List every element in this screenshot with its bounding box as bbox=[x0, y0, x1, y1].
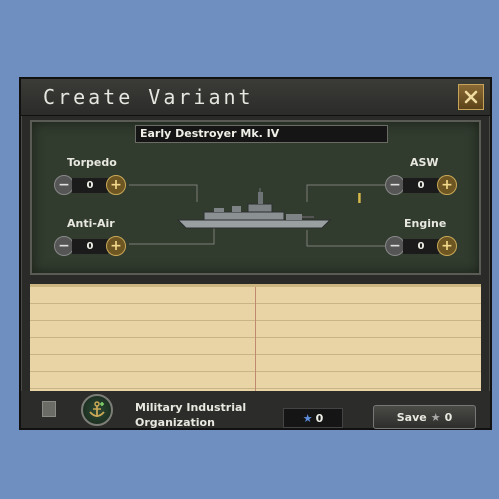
anti-air-minus-button[interactable]: − bbox=[54, 236, 74, 256]
torpedo-slot-label: Torpedo bbox=[67, 156, 117, 169]
star-icon: ★ bbox=[302, 411, 313, 425]
asw-slot-label: ASW bbox=[410, 156, 439, 169]
variant-cost-value: 0 bbox=[315, 411, 324, 425]
engine-value: 0 bbox=[403, 239, 439, 254]
asw-plus-button[interactable]: + bbox=[437, 175, 457, 195]
anti-air-stepper: − 0 + bbox=[54, 236, 126, 258]
notes-area[interactable] bbox=[30, 284, 481, 394]
torpedo-stepper: − 0 + bbox=[54, 175, 126, 197]
engine-stepper: − 0 + bbox=[385, 236, 457, 258]
save-cost-value: 0 bbox=[444, 410, 453, 424]
asw-value: 0 bbox=[403, 178, 439, 193]
star-icon: ★ bbox=[430, 410, 441, 424]
mio-icon[interactable] bbox=[81, 394, 113, 426]
doctrine-icon[interactable] bbox=[42, 401, 56, 417]
design-panel: Early Destroyer Mk. IV Torpedo − 0 + Ant… bbox=[30, 120, 481, 275]
anchor-icon bbox=[89, 401, 105, 417]
notepad-margin-line bbox=[255, 287, 256, 394]
mio-label: Military Industrial Organization bbox=[135, 401, 247, 429]
anti-air-plus-button[interactable]: + bbox=[106, 236, 126, 256]
close-button[interactable] bbox=[458, 84, 484, 110]
title-bar: Create Variant bbox=[21, 79, 490, 116]
engine-plus-button[interactable]: + bbox=[437, 236, 457, 256]
torpedo-plus-button[interactable]: + bbox=[106, 175, 126, 195]
variant-cost: ★ 0 bbox=[283, 408, 343, 428]
torpedo-value: 0 bbox=[72, 178, 108, 193]
engine-minus-button[interactable]: − bbox=[385, 236, 405, 256]
close-icon bbox=[464, 90, 478, 104]
engine-slot-label: Engine bbox=[404, 217, 447, 230]
text-cursor-icon: I bbox=[357, 192, 362, 207]
destroyer-ship-icon bbox=[176, 188, 332, 229]
torpedo-minus-button[interactable]: − bbox=[54, 175, 74, 195]
asw-minus-button[interactable]: − bbox=[385, 175, 405, 195]
create-variant-window: Create Variant Early Destroyer Mk. IV To… bbox=[19, 77, 492, 430]
window-title: Create Variant bbox=[43, 85, 254, 109]
anti-air-slot-label: Anti-Air bbox=[67, 217, 115, 230]
footer-bar: Military Industrial Organization ★ 0 Sav… bbox=[21, 391, 490, 429]
save-button-label: Save bbox=[396, 410, 427, 424]
anti-air-value: 0 bbox=[72, 239, 108, 254]
save-button[interactable]: Save ★ 0 bbox=[373, 405, 476, 429]
asw-stepper: − 0 + bbox=[385, 175, 457, 197]
